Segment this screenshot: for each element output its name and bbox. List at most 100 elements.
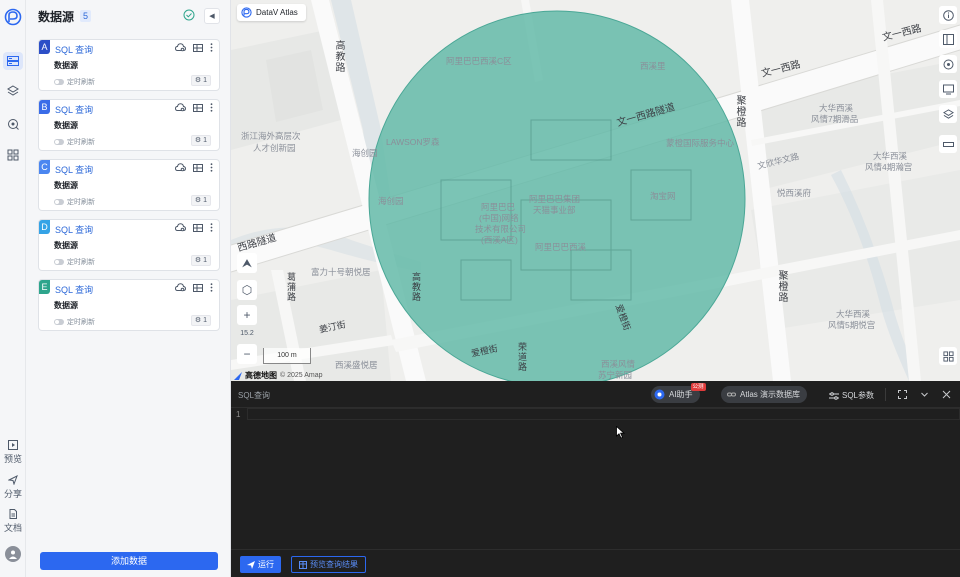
compass-button[interactable]: ⮝ [237,253,257,273]
sql-params-button[interactable]: SQL参数 [829,390,874,401]
ai-beta-badge: 公测 [690,383,706,391]
collapse-editor-button[interactable] [919,389,930,400]
database-select[interactable]: Atlas 演示数据库 [721,386,808,403]
datasource-name: 数据源 [54,61,78,70]
table-view-icon[interactable] [193,163,203,172]
more-vertical-icon[interactable] [210,223,213,232]
more-vertical-icon[interactable] [210,283,213,292]
more-vertical-icon[interactable] [210,163,213,172]
layout-button[interactable] [939,30,957,48]
map-label: 风情7期滑品 [811,114,859,124]
layout-icon [942,33,954,45]
auto-refresh-toggle[interactable]: 定时刷新 [54,77,95,87]
docs-label: 文档 [3,523,22,533]
sql-title: SQL查询 [238,391,271,400]
datasource-card[interactable]: A SQL 查询 数据源 定时刷新 ⚙ 1 [38,39,220,91]
3d-view-button[interactable]: ⬡ [237,280,257,300]
table-view-icon[interactable] [193,283,203,292]
sql-footer: 运行 预览查询结果 [231,549,960,577]
usage-count: 1 [203,77,207,84]
auto-refresh-toggle[interactable]: 定时刷新 [54,317,95,327]
datasource-type[interactable]: SQL 查询 [55,103,93,116]
ai-assistant-button[interactable]: AI助手 公测 [651,383,706,403]
run-button[interactable]: 运行 [240,556,281,573]
zoom-in-button[interactable]: + [237,305,257,325]
datasource-type[interactable]: SQL 查询 [55,43,93,56]
usage-badge: ⚙ 1 [190,195,211,206]
grid-button[interactable] [939,347,957,365]
nav-analysis-icon[interactable] [3,115,23,133]
minus-icon: − [243,347,251,361]
panel-header: 数据源 5 ◀ [38,8,223,24]
card-actions [175,223,213,232]
map-label: 风情5期悦宫 [828,320,876,330]
docs-button[interactable]: 文档 [0,509,26,534]
user-avatar[interactable] [5,546,21,562]
preview-results-button[interactable]: 预览查询结果 [291,556,366,573]
add-data-button[interactable]: 添加数据 [40,552,218,570]
map-label: 大华西溪 [819,103,854,113]
datasource-type[interactable]: SQL 查询 [55,163,93,176]
zoom-out-button[interactable]: − [237,344,257,364]
cloud-settings-icon[interactable] [175,103,186,112]
datasource-card[interactable]: C SQL 查询 数据源 定时刷新 ⚙ 1 [38,159,220,211]
preview-button[interactable]: 预览 [0,440,26,465]
datasource-card[interactable]: B SQL 查询 数据源 定时刷新 ⚙ 1 [38,99,220,151]
table-view-icon[interactable] [193,43,203,52]
toggle-switch[interactable] [54,139,64,145]
datav-atlas-chip[interactable]: DataV Atlas [237,4,306,21]
cloud-settings-icon[interactable] [175,163,186,172]
panel-title: 数据源 [38,9,75,24]
check-circle-icon[interactable] [183,9,195,21]
close-editor-button[interactable] [941,389,952,400]
cloud-settings-icon[interactable] [175,43,186,52]
toggle-switch[interactable] [54,259,64,265]
info-button[interactable] [939,6,957,24]
nav-data-icon[interactable] [3,52,23,70]
auto-refresh-toggle[interactable]: 定时刷新 [54,257,95,267]
ai-assistant-label: AI助手 [669,390,693,399]
app-logo-icon[interactable] [4,8,22,26]
locate-icon [943,59,953,69]
map-layers-button[interactable] [939,105,957,123]
datasource-type[interactable]: SQL 查询 [55,283,93,296]
collapse-panel-button[interactable]: ◀ [204,8,220,24]
sql-params-label: SQL参数 [842,391,875,400]
cube-icon: ⬡ [241,283,253,297]
datasource-type[interactable]: SQL 查询 [55,223,93,236]
legend-button[interactable] [939,135,957,153]
toggle-switch[interactable] [54,319,64,325]
amap-attribution: 高德地图 © 2025 Amap [234,370,323,381]
share-button[interactable]: 分享 [0,475,26,500]
datasource-panel: 数据源 5 ◀ A SQL 查询 数据源 定时刷新 ⚙ 1 B SQL 查询 数… [26,0,231,577]
map-label: 大华西溪 [873,151,908,161]
cloud-settings-icon[interactable] [175,223,186,232]
datasource-card[interactable]: E SQL 查询 数据源 定时刷新 ⚙ 1 [38,279,220,331]
datasource-tag: A [39,40,50,54]
more-vertical-icon[interactable] [210,103,213,112]
locate-button[interactable] [939,55,957,73]
map-view[interactable]: DataV Atlas 文一西路 文一西路隧道 文一西路 西路隧道 高教路 聚橙… [231,0,960,381]
more-vertical-icon[interactable] [210,43,213,52]
toggle-switch[interactable] [54,79,64,85]
table-view-icon[interactable] [193,103,203,112]
datasource-tag: E [39,280,50,294]
map-label: 葛蒲路 [286,272,296,302]
datasource-card[interactable]: D SQL 查询 数据源 定时刷新 ⚙ 1 [38,219,220,271]
map-label: 阿里巴巴集团 [529,194,581,204]
fullscreen-button[interactable] [897,389,908,400]
nav-layers-icon[interactable] [3,82,23,100]
auto-refresh-toggle[interactable]: 定时刷新 [54,137,95,147]
toggle-switch[interactable] [54,199,64,205]
screen-button[interactable] [939,80,957,98]
code-line[interactable] [247,408,960,420]
nav-components-icon[interactable] [3,146,23,164]
auto-refresh-label: 定时刷新 [67,259,95,266]
table-view-icon[interactable] [193,223,203,232]
auto-refresh-toggle[interactable]: 定时刷新 [54,197,95,207]
datasource-tag: B [39,100,50,114]
send-icon [247,560,255,569]
map-label: 蒙橙国际服务中心 [666,138,735,148]
datasource-name: 数据源 [54,301,78,310]
cloud-settings-icon[interactable] [175,283,186,292]
